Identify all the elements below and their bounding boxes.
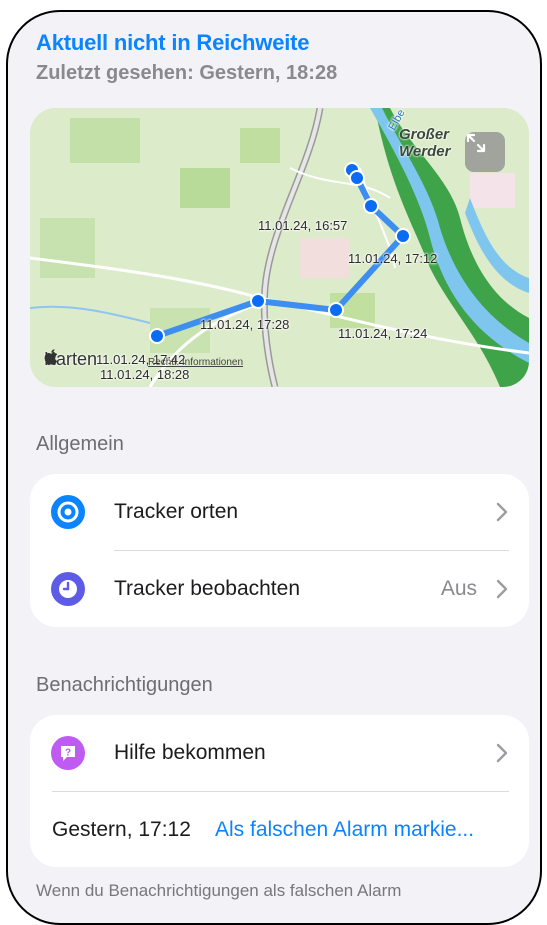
chevron-right-icon	[496, 502, 508, 522]
place-name-label: Großer Werder	[399, 126, 450, 160]
false-alarm-row: Gestern, 17:12 Als falschen Alarm markie…	[30, 792, 529, 868]
place-name-line-2: Werder	[399, 143, 451, 160]
timestamp-label: 11.01.24, 18:28	[100, 367, 190, 382]
get-help-label: Hilfe bekommen	[114, 741, 266, 764]
maps-attribution: Karten	[44, 349, 97, 370]
track-point[interactable]	[363, 198, 379, 214]
expand-icon	[466, 133, 486, 153]
watch-tracker-label: Tracker beobachten	[114, 577, 300, 600]
chevron-right-icon	[496, 743, 508, 763]
alert-time: Gestern, 17:12	[52, 818, 191, 841]
last-seen-label: Zuletzt gesehen: Gestern, 18:28	[36, 62, 338, 84]
clock-icon	[51, 572, 85, 606]
locate-tracker-row[interactable]: Tracker orten	[30, 474, 529, 550]
notifications-footer-note: Wenn du Benachrichtigungen als falschen …	[36, 881, 402, 900]
section-heading-notifications: Benachrichtigungen	[36, 674, 213, 696]
question-bubble-icon-glyph: ?	[61, 746, 75, 761]
timestamp-label: 11.01.24, 16:57	[258, 218, 348, 233]
watch-tracker-value: Aus	[440, 577, 477, 600]
locate-tracker-label: Tracker orten	[114, 500, 239, 523]
target-icon-glyph	[57, 501, 79, 523]
place-name-line-1: Großer	[399, 126, 450, 143]
timestamp-label: 11.01.24, 17:28	[200, 317, 290, 332]
get-help-row[interactable]: ? Hilfe bekommen	[30, 715, 529, 791]
general-card: Tracker orten Tracker beobachten Aus	[30, 474, 529, 627]
target-icon	[51, 495, 85, 529]
track-point[interactable]	[349, 170, 365, 186]
watch-tracker-row[interactable]: Tracker beobachten Aus	[30, 551, 529, 627]
expand-map-button[interactable]	[465, 132, 505, 172]
timestamp-label: 11.01.24, 17:12	[348, 251, 438, 266]
apple-logo-icon	[44, 349, 58, 365]
track-point[interactable]	[328, 302, 344, 318]
track-points	[149, 162, 411, 344]
chevron-right-icon	[496, 579, 508, 599]
clock-icon-glyph	[59, 580, 77, 598]
reachability-status: Aktuell nicht in Reichweite	[36, 30, 310, 55]
track-point[interactable]	[149, 328, 165, 344]
mark-false-alarm-link[interactable]: Als falschen Alarm markie...	[215, 818, 474, 842]
location-history-map[interactable]: Elbe Großer Werder 11.01.24, 16:57 11.01…	[30, 108, 529, 387]
svg-text:?: ?	[65, 748, 71, 759]
notifications-card: ? Hilfe bekommen Gestern, 17:12 Als fals…	[30, 715, 529, 867]
track-point[interactable]	[250, 293, 266, 309]
device-frame: Aktuell nicht in Reichweite Zuletzt gese…	[6, 10, 542, 925]
track-point[interactable]	[395, 228, 411, 244]
legal-link[interactable]: Rechtl. Informationen	[148, 357, 243, 368]
timestamp-label: 11.01.24, 17:24	[338, 326, 428, 341]
question-bubble-icon: ?	[51, 736, 85, 770]
section-heading-general: Allgemein	[36, 433, 124, 455]
